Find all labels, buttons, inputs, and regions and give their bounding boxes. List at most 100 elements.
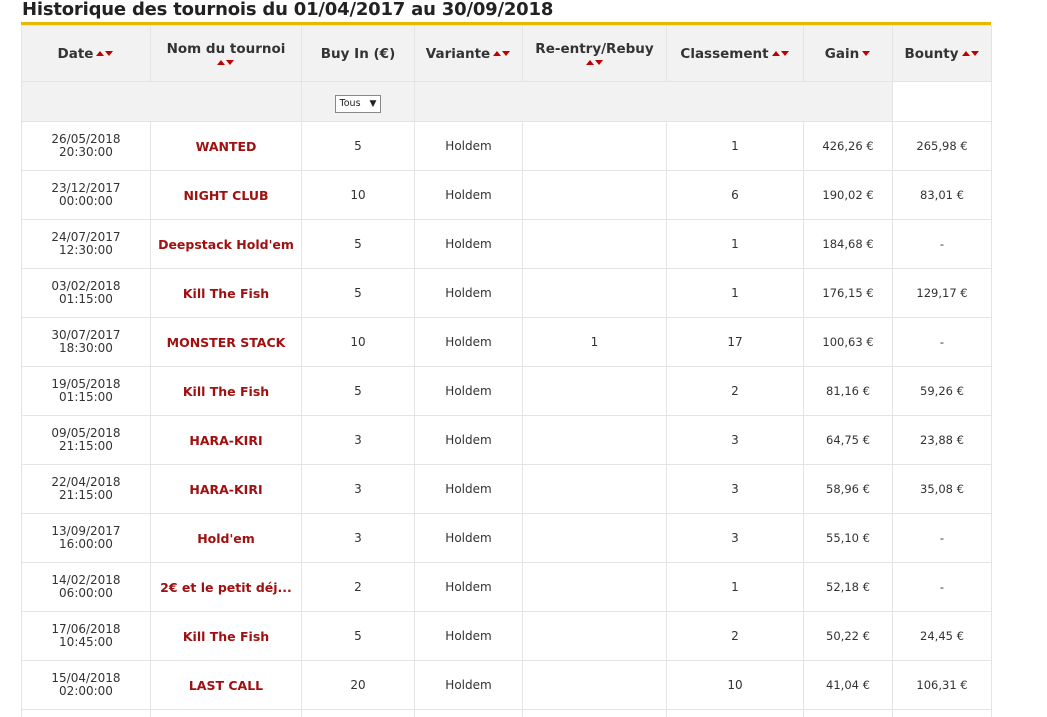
- column-header-nom-du-tournoi[interactable]: Nom du tournoi: [150, 25, 302, 82]
- tournament-name-cell[interactable]: MONSTER STACK: [150, 317, 302, 367]
- tournament-name-cell[interactable]: LAST CALL: [150, 660, 302, 710]
- column-header-gain[interactable]: Gain: [803, 25, 893, 82]
- empty-cell: [414, 709, 523, 717]
- variante-cell: Holdem: [414, 366, 523, 416]
- buyin-cell: 5: [301, 219, 415, 269]
- sort-up-icon[interactable]: [96, 50, 105, 56]
- table-row: 19/05/2018 01:15:00 Kill The Fish 5 Holdem 2 8…: [21, 366, 992, 416]
- reentry-cell: 1: [522, 317, 667, 367]
- column-header-date[interactable]: Date: [21, 25, 151, 82]
- sort-down-icon[interactable]: [226, 59, 234, 65]
- date-cell: 22/04/2018 21:15:00: [21, 464, 151, 514]
- column-header-label: Bounty: [904, 45, 959, 62]
- date-cell: 26/05/2018 20:30:00: [21, 121, 151, 171]
- classement-cell: 1: [666, 268, 804, 318]
- variante-cell: Holdem: [414, 415, 523, 465]
- sort-down-icon[interactable]: [502, 50, 511, 56]
- reentry-cell: [522, 513, 667, 563]
- tournament-name-cell[interactable]: HARA-KIRI: [150, 415, 302, 465]
- sort-up-icon[interactable]: [217, 59, 225, 65]
- filter-cell-blank: [892, 81, 992, 122]
- sort-down-icon[interactable]: [970, 50, 979, 56]
- buyin-cell: 5: [301, 366, 415, 416]
- tournament-name-cell[interactable]: Kill The Fish: [150, 366, 302, 416]
- tournament-name-cell[interactable]: HARA-KIRI: [150, 464, 302, 514]
- column-header-bounty[interactable]: Bounty: [892, 25, 992, 82]
- table-row: 26/05/2018 20:30:00 WANTED 5 Holdem 1 426,26 €…: [21, 121, 992, 171]
- bounty-cell: -: [892, 562, 992, 612]
- tournament-name-cell[interactable]: Kill The Fish: [150, 611, 302, 661]
- classement-cell: 3: [666, 464, 804, 514]
- time-value: 02:00:00: [59, 684, 113, 698]
- gain-cell: 64,75 €: [803, 415, 893, 465]
- reentry-cell: [522, 415, 667, 465]
- date-cell: 03/02/2018 01:15:00: [21, 268, 151, 318]
- empty-cell: [666, 709, 804, 717]
- classement-cell: 1: [666, 562, 804, 612]
- tournament-name-cell[interactable]: Kill The Fish: [150, 268, 302, 318]
- variante-cell: Holdem: [414, 317, 523, 367]
- buyin-cell: 5: [301, 268, 415, 318]
- sort-icon[interactable]: [862, 50, 871, 58]
- gain-cell: 426,26 €: [803, 121, 893, 171]
- reentry-cell: [522, 121, 667, 171]
- variante-cell: Holdem: [414, 611, 523, 661]
- sort-down-icon[interactable]: [862, 50, 871, 56]
- reentry-cell: [522, 170, 667, 220]
- variante-cell: Holdem: [414, 268, 523, 318]
- sort-icon[interactable]: [96, 50, 114, 58]
- reentry-cell: [522, 219, 667, 269]
- sort-icon[interactable]: [961, 50, 980, 58]
- filter-cell-empty: [414, 81, 893, 122]
- gain-cell: 41,04 €: [803, 660, 893, 710]
- tournament-name-cell[interactable]: NIGHT CLUB: [150, 170, 302, 220]
- time-value: 10:45:00: [59, 635, 113, 649]
- sort-up-icon[interactable]: [585, 59, 594, 65]
- sort-up-icon[interactable]: [771, 50, 780, 56]
- buyin-filter-select[interactable]: Tous ▼: [334, 95, 382, 114]
- tournament-name-cell[interactable]: 2€ et le petit déj...: [150, 562, 302, 612]
- tournament-name-cell[interactable]: Deepstack Hold'em: [150, 219, 302, 269]
- table-row: 09/05/2018 21:15:00 HARA-KIRI 3 Holdem 3 64,75…: [21, 415, 992, 465]
- time-value: 00:00:00: [59, 194, 113, 208]
- chevron-down-icon: ▼: [369, 99, 377, 110]
- variante-cell: Holdem: [414, 219, 523, 269]
- sort-icon[interactable]: [493, 50, 511, 58]
- column-header-classement[interactable]: Classement: [666, 25, 804, 82]
- sort-icon[interactable]: [217, 59, 235, 67]
- gain-cell: 190,02 €: [803, 170, 893, 220]
- column-header-label: Date: [57, 45, 94, 62]
- gain-cell: 58,96 €: [803, 464, 893, 514]
- bounty-cell: 83,01 €: [892, 170, 992, 220]
- date-cell: 23/12/2017 00:00:00: [21, 170, 151, 220]
- sort-up-icon[interactable]: [961, 50, 970, 56]
- sort-down-icon[interactable]: [105, 50, 114, 56]
- column-header-content: Nom du tournoi: [151, 41, 301, 67]
- column-header-content: Classement: [680, 46, 789, 62]
- reentry-cell: [522, 562, 667, 612]
- sort-down-icon[interactable]: [780, 50, 789, 56]
- reentry-cell: [522, 366, 667, 416]
- bounty-cell: -: [892, 219, 992, 269]
- tournament-table: Date Nom du tournoi Buy In (€) Variante Re-e…: [21, 25, 992, 717]
- time-value: 20:30:00: [59, 145, 113, 159]
- sort-down-icon[interactable]: [594, 59, 603, 65]
- date-cell: 17/06/2018 10:45:00: [21, 611, 151, 661]
- column-header-content: Date: [58, 46, 115, 62]
- column-header-re-entry-rebuy[interactable]: Re-entry/Rebuy: [522, 25, 667, 82]
- tournament-name-cell[interactable]: WANTED: [150, 121, 302, 171]
- buyin-cell: 3: [301, 415, 415, 465]
- sort-icon[interactable]: [771, 50, 790, 58]
- table-row: 14/02/2018 06:00:00 2€ et le petit déj... 2…: [21, 562, 992, 612]
- sort-up-icon[interactable]: [493, 50, 502, 56]
- empty-cell: [150, 709, 302, 717]
- empty-cell: [301, 709, 415, 717]
- bounty-cell: -: [892, 513, 992, 563]
- tournament-name-cell[interactable]: Hold'em: [150, 513, 302, 563]
- buyin-cell: 3: [301, 513, 415, 563]
- variante-cell: Holdem: [414, 121, 523, 171]
- sort-icon[interactable]: [585, 59, 604, 67]
- date-cell: 14/02/2018 06:00:00: [21, 562, 151, 612]
- column-header-variante[interactable]: Variante: [414, 25, 523, 82]
- classement-cell: 6: [666, 170, 804, 220]
